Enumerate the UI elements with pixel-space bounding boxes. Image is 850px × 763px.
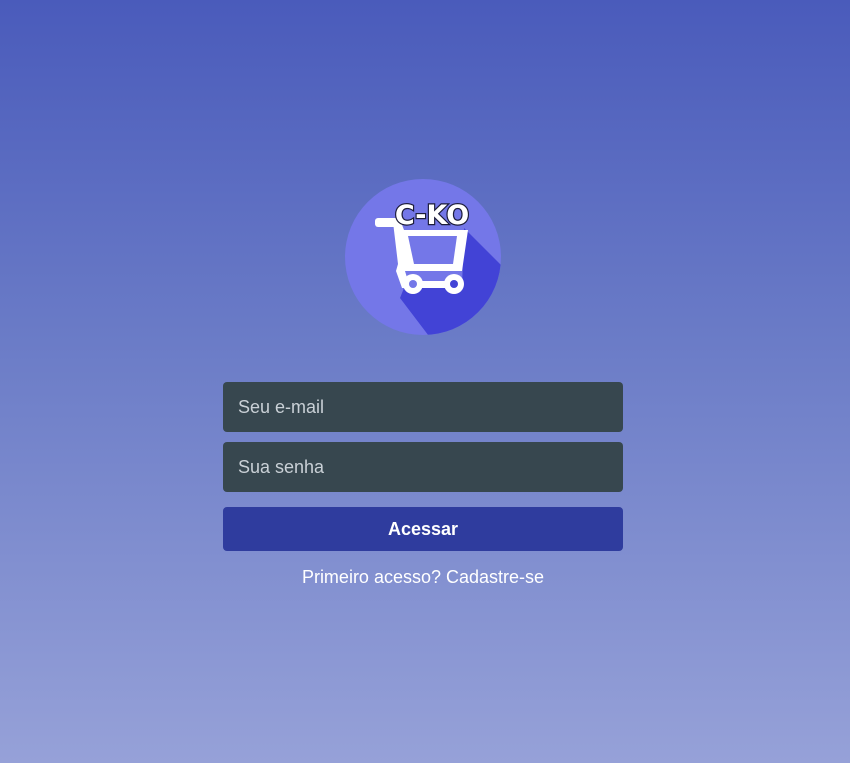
email-input[interactable] bbox=[223, 382, 623, 432]
signup-link[interactable]: Primeiro acesso? Cadastre-se bbox=[223, 567, 623, 588]
password-input[interactable] bbox=[223, 442, 623, 492]
login-form: Acessar Primeiro acesso? Cadastre-se bbox=[223, 382, 623, 588]
logo-text: C-KO bbox=[395, 200, 469, 231]
app-logo: C-KO bbox=[344, 178, 502, 336]
login-button[interactable]: Acessar bbox=[223, 507, 623, 551]
shopping-cart-icon: C-KO bbox=[345, 179, 501, 335]
